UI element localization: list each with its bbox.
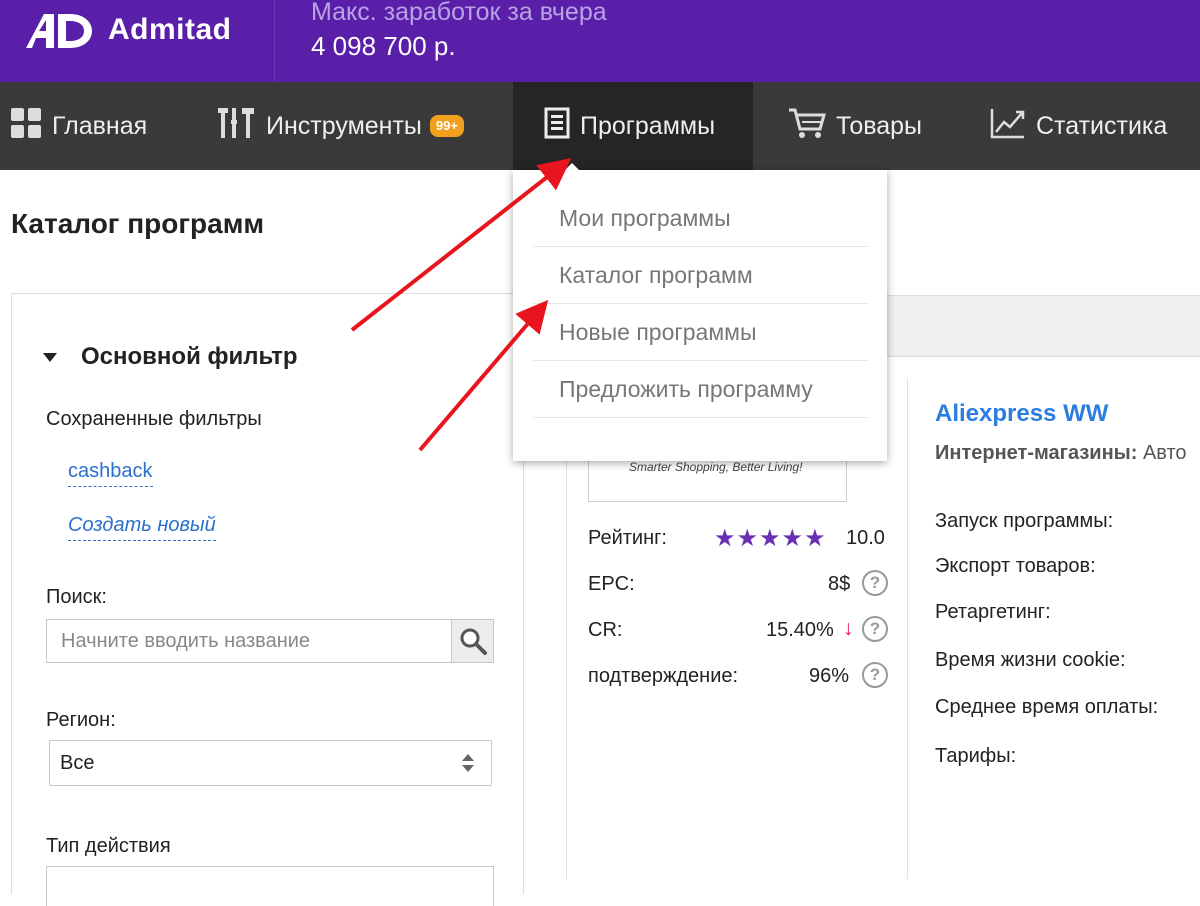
dropdown-item-my-programs[interactable]: Мои программы — [533, 190, 868, 247]
admitad-logo-icon — [26, 14, 92, 48]
action-type-label: Тип действия — [46, 835, 171, 857]
nav-label-tools: Инструменты — [266, 111, 422, 140]
detail-retargeting: Ретаргетинг: — [935, 601, 1051, 623]
action-type-select[interactable] — [46, 866, 494, 906]
cr-value: 15.40% — [766, 619, 834, 641]
nav-label-products: Товары — [836, 111, 922, 140]
program-category: Интернет-магазины: Авто — [935, 442, 1187, 465]
chart-icon — [990, 107, 1026, 146]
tools-icon — [216, 106, 256, 147]
dropdown-item-new-programs[interactable]: Новые программы — [533, 304, 868, 361]
nav-item-statistics[interactable]: Статистика — [990, 82, 1167, 170]
create-filter-link[interactable]: Создать новый — [68, 514, 216, 541]
brand-name: Admitad — [108, 13, 232, 46]
filter-panel: Основной фильтр Сохраненные фильтры cash… — [11, 293, 524, 906]
logo[interactable]: Admitad — [22, 8, 262, 52]
category-label: Интернет-магазины: — [935, 442, 1138, 464]
detail-cookie: Время жизни cookie: — [935, 649, 1126, 671]
nav-item-products[interactable]: Товары — [788, 82, 922, 170]
trend-down-icon: ↓ — [843, 617, 854, 640]
help-icon[interactable]: ? — [862, 570, 888, 596]
filter-section-toggle[interactable]: Основной фильтр — [43, 343, 298, 371]
detail-launch: Запуск программы: — [935, 510, 1114, 532]
search-button[interactable] — [451, 620, 493, 662]
saved-filters-label: Сохраненные фильтры — [46, 408, 262, 430]
search-input[interactable] — [47, 620, 453, 662]
earnings-label: Макс. заработок за вчера — [311, 0, 607, 26]
rating-label: Рейтинг: — [588, 527, 667, 549]
rating-value: 10.0 — [846, 527, 885, 549]
region-label: Регион: — [46, 709, 116, 731]
search-box — [46, 619, 494, 663]
rating-stars-icon: ★★★★★ — [714, 525, 827, 552]
notification-badge: 99+ — [429, 115, 464, 137]
help-icon[interactable]: ? — [862, 616, 888, 642]
collapse-triangle-icon — [43, 352, 57, 362]
topbar-divider — [274, 0, 275, 82]
detail-export: Экспорт товаров: — [935, 555, 1096, 577]
cart-icon — [788, 107, 826, 146]
top-bar: Admitad Макс. заработок за вчера 4 098 7… — [0, 0, 1200, 82]
detail-payment-time: Среднее время оплаты: — [935, 696, 1159, 718]
logo-tagline: Smarter Shopping, Better Living! — [629, 460, 803, 474]
approval-label: подтверждение: — [588, 665, 739, 687]
document-icon — [544, 107, 570, 146]
main-nav: Главная Инструменты 99+ Программы Товары… — [0, 82, 1200, 170]
nav-label-statistics: Статистика — [1036, 111, 1168, 140]
page-title: Каталог программ — [11, 208, 265, 239]
help-icon[interactable]: ? — [862, 662, 888, 688]
select-arrows-icon — [462, 754, 474, 772]
earnings-value: 4 098 700 р. — [311, 31, 456, 61]
card-divider — [907, 378, 908, 879]
nav-label-programs: Программы — [580, 111, 716, 140]
region-select[interactable]: Все — [49, 740, 492, 786]
search-label: Поиск: — [46, 586, 107, 608]
region-select-value: Все — [60, 752, 95, 774]
nav-item-tools[interactable]: Инструменты 99+ — [216, 82, 464, 170]
epc-label: EPC: — [588, 573, 635, 595]
category-value: Авто — [1142, 442, 1187, 464]
epc-value: 8$ — [828, 573, 851, 595]
approval-value: 96% — [809, 665, 850, 687]
cr-label: CR: — [588, 619, 623, 641]
grid-icon — [10, 107, 42, 146]
search-icon — [460, 628, 487, 655]
program-name-link[interactable]: Aliexpress WW — [935, 400, 1108, 428]
dropdown-caret — [563, 163, 581, 172]
nav-item-programs[interactable]: Программы — [513, 82, 753, 170]
nav-label-home: Главная — [52, 111, 148, 140]
saved-filter-link[interactable]: cashback — [68, 460, 153, 487]
dropdown-item-suggest[interactable]: Предложить программу — [533, 361, 868, 418]
detail-tariffs: Тарифы: — [935, 745, 1017, 767]
filter-title: Основной фильтр — [81, 343, 298, 370]
dropdown-item-catalog[interactable]: Каталог программ — [533, 247, 868, 304]
programs-dropdown: Мои программы Каталог программ Новые про… — [513, 170, 887, 461]
nav-item-home[interactable]: Главная — [10, 82, 147, 170]
